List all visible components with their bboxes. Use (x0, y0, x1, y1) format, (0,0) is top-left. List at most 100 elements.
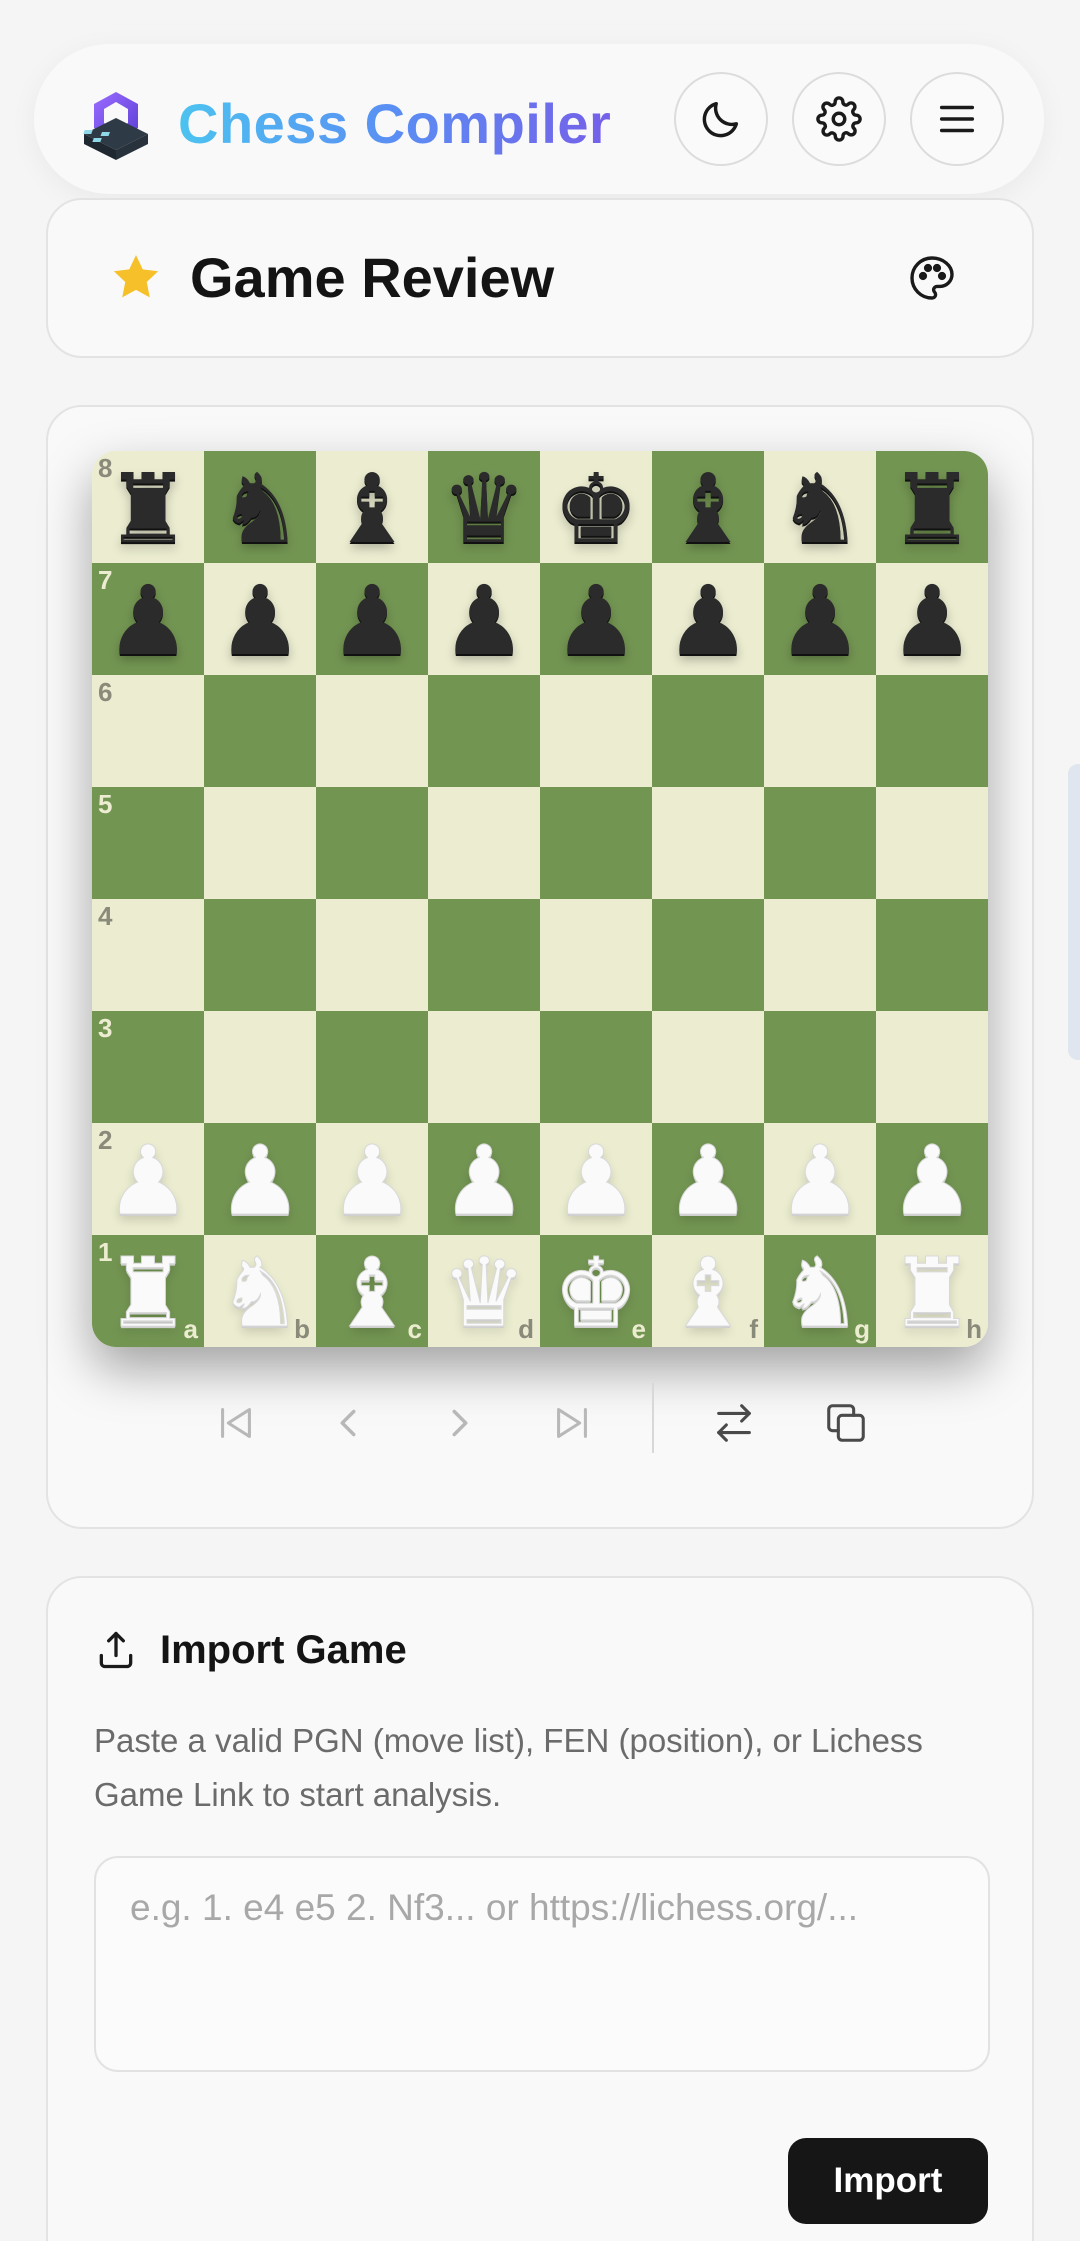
square-d5[interactable] (428, 787, 540, 899)
white-pawn-piece[interactable]: ♟ (664, 1133, 751, 1230)
last-move-button[interactable] (544, 1395, 600, 1451)
black-rook-piece[interactable]: ♜ (889, 461, 975, 557)
black-knight-piece[interactable]: ♞ (777, 461, 863, 557)
palette-icon[interactable] (908, 254, 956, 302)
black-pawn-piece[interactable]: ♟ (105, 573, 191, 669)
square-b4[interactable] (204, 899, 316, 1011)
black-pawn-piece[interactable]: ♟ (665, 573, 751, 669)
square-f3[interactable] (652, 1011, 764, 1123)
white-rook-piece[interactable]: ♜ (104, 1245, 191, 1342)
square-e1[interactable]: e ♚ (540, 1235, 652, 1347)
black-bishop-piece[interactable]: ♝ (329, 461, 415, 557)
square-g3[interactable] (764, 1011, 876, 1123)
black-pawn-piece[interactable]: ♟ (329, 573, 415, 669)
white-bishop-piece[interactable]: ♝ (328, 1245, 415, 1342)
black-bishop-piece[interactable]: ♝ (665, 461, 751, 557)
square-c6[interactable] (316, 675, 428, 787)
square-e2[interactable]: ♟ (540, 1123, 652, 1235)
black-queen-piece[interactable]: ♛ (441, 461, 527, 557)
menu-button[interactable] (910, 72, 1004, 166)
square-c2[interactable]: ♟ (316, 1123, 428, 1235)
square-b2[interactable]: ♟ (204, 1123, 316, 1235)
square-b1[interactable]: b ♞ (204, 1235, 316, 1347)
square-a5[interactable]: 5 (92, 787, 204, 899)
square-g8[interactable]: ♞ (764, 451, 876, 563)
square-f4[interactable] (652, 899, 764, 1011)
previous-move-button[interactable] (320, 1395, 376, 1451)
white-rook-piece[interactable]: ♜ (888, 1245, 975, 1342)
white-knight-piece[interactable]: ♞ (216, 1245, 303, 1342)
square-b7[interactable]: ♟ (204, 563, 316, 675)
square-f8[interactable]: ♝ (652, 451, 764, 563)
square-c3[interactable] (316, 1011, 428, 1123)
square-g6[interactable] (764, 675, 876, 787)
white-bishop-piece[interactable]: ♝ (664, 1245, 751, 1342)
white-knight-piece[interactable]: ♞ (776, 1245, 863, 1342)
square-d4[interactable] (428, 899, 540, 1011)
square-h8[interactable]: ♜ (876, 451, 988, 563)
square-a3[interactable]: 3 (92, 1011, 204, 1123)
square-f7[interactable]: ♟ (652, 563, 764, 675)
square-d8[interactable]: ♛ (428, 451, 540, 563)
white-pawn-piece[interactable]: ♟ (552, 1133, 639, 1230)
square-d6[interactable] (428, 675, 540, 787)
theme-toggle-button[interactable] (674, 72, 768, 166)
white-pawn-piece[interactable]: ♟ (776, 1133, 863, 1230)
square-e7[interactable]: ♟ (540, 563, 652, 675)
square-e5[interactable] (540, 787, 652, 899)
square-f5[interactable] (652, 787, 764, 899)
square-e6[interactable] (540, 675, 652, 787)
white-pawn-piece[interactable]: ♟ (888, 1133, 975, 1230)
white-pawn-piece[interactable]: ♟ (440, 1133, 527, 1230)
black-pawn-piece[interactable]: ♟ (553, 573, 639, 669)
black-pawn-piece[interactable]: ♟ (777, 573, 863, 669)
square-a2[interactable]: 2 ♟ (92, 1123, 204, 1235)
square-h4[interactable] (876, 899, 988, 1011)
black-pawn-piece[interactable]: ♟ (441, 573, 527, 669)
flip-board-button[interactable] (706, 1395, 762, 1451)
white-pawn-piece[interactable]: ♟ (216, 1133, 303, 1230)
square-d1[interactable]: d ♛ (428, 1235, 540, 1347)
white-king-piece[interactable]: ♚ (552, 1245, 639, 1342)
square-h2[interactable]: ♟ (876, 1123, 988, 1235)
square-f6[interactable] (652, 675, 764, 787)
square-g4[interactable] (764, 899, 876, 1011)
square-h6[interactable] (876, 675, 988, 787)
side-drawer-handle[interactable] (1068, 764, 1080, 1060)
first-move-button[interactable] (208, 1395, 264, 1451)
import-button[interactable]: Import (788, 2138, 988, 2224)
square-g1[interactable]: g ♞ (764, 1235, 876, 1347)
black-pawn-piece[interactable]: ♟ (889, 573, 975, 669)
square-e4[interactable] (540, 899, 652, 1011)
square-h1[interactable]: h ♜ (876, 1235, 988, 1347)
square-d7[interactable]: ♟ (428, 563, 540, 675)
square-a4[interactable]: 4 (92, 899, 204, 1011)
settings-button[interactable] (792, 72, 886, 166)
square-g5[interactable] (764, 787, 876, 899)
square-a7[interactable]: 7 ♟ (92, 563, 204, 675)
square-a1[interactable]: 1 a ♜ (92, 1235, 204, 1347)
square-c7[interactable]: ♟ (316, 563, 428, 675)
square-c8[interactable]: ♝ (316, 451, 428, 563)
square-a6[interactable]: 6 (92, 675, 204, 787)
square-e8[interactable]: ♚ (540, 451, 652, 563)
square-f1[interactable]: f ♝ (652, 1235, 764, 1347)
square-e3[interactable] (540, 1011, 652, 1123)
square-h5[interactable] (876, 787, 988, 899)
square-c1[interactable]: c ♝ (316, 1235, 428, 1347)
black-king-piece[interactable]: ♚ (553, 461, 639, 557)
pgn-fen-input[interactable] (94, 1856, 990, 2072)
square-g7[interactable]: ♟ (764, 563, 876, 675)
next-move-button[interactable] (432, 1395, 488, 1451)
square-g2[interactable]: ♟ (764, 1123, 876, 1235)
square-b3[interactable] (204, 1011, 316, 1123)
copy-button[interactable] (818, 1395, 874, 1451)
white-queen-piece[interactable]: ♛ (440, 1245, 527, 1342)
black-pawn-piece[interactable]: ♟ (217, 573, 303, 669)
square-d2[interactable]: ♟ (428, 1123, 540, 1235)
white-pawn-piece[interactable]: ♟ (104, 1133, 191, 1230)
chess-board[interactable]: 8 ♜ ♞ ♝ ♛ ♚ ♝ ♞ ♜ 7 ♟ ♟ ♟ ♟ ♟ ♟ ♟ ♟ 6 5 4 3 2 ♟ ♟ ♟ ♟ ♟ ♟ ♟ ♟ 1 a ♜ b ♞ c ♝ d ♛… (92, 451, 988, 1347)
square-a8[interactable]: 8 ♜ (92, 451, 204, 563)
square-b8[interactable]: ♞ (204, 451, 316, 563)
square-b6[interactable] (204, 675, 316, 787)
